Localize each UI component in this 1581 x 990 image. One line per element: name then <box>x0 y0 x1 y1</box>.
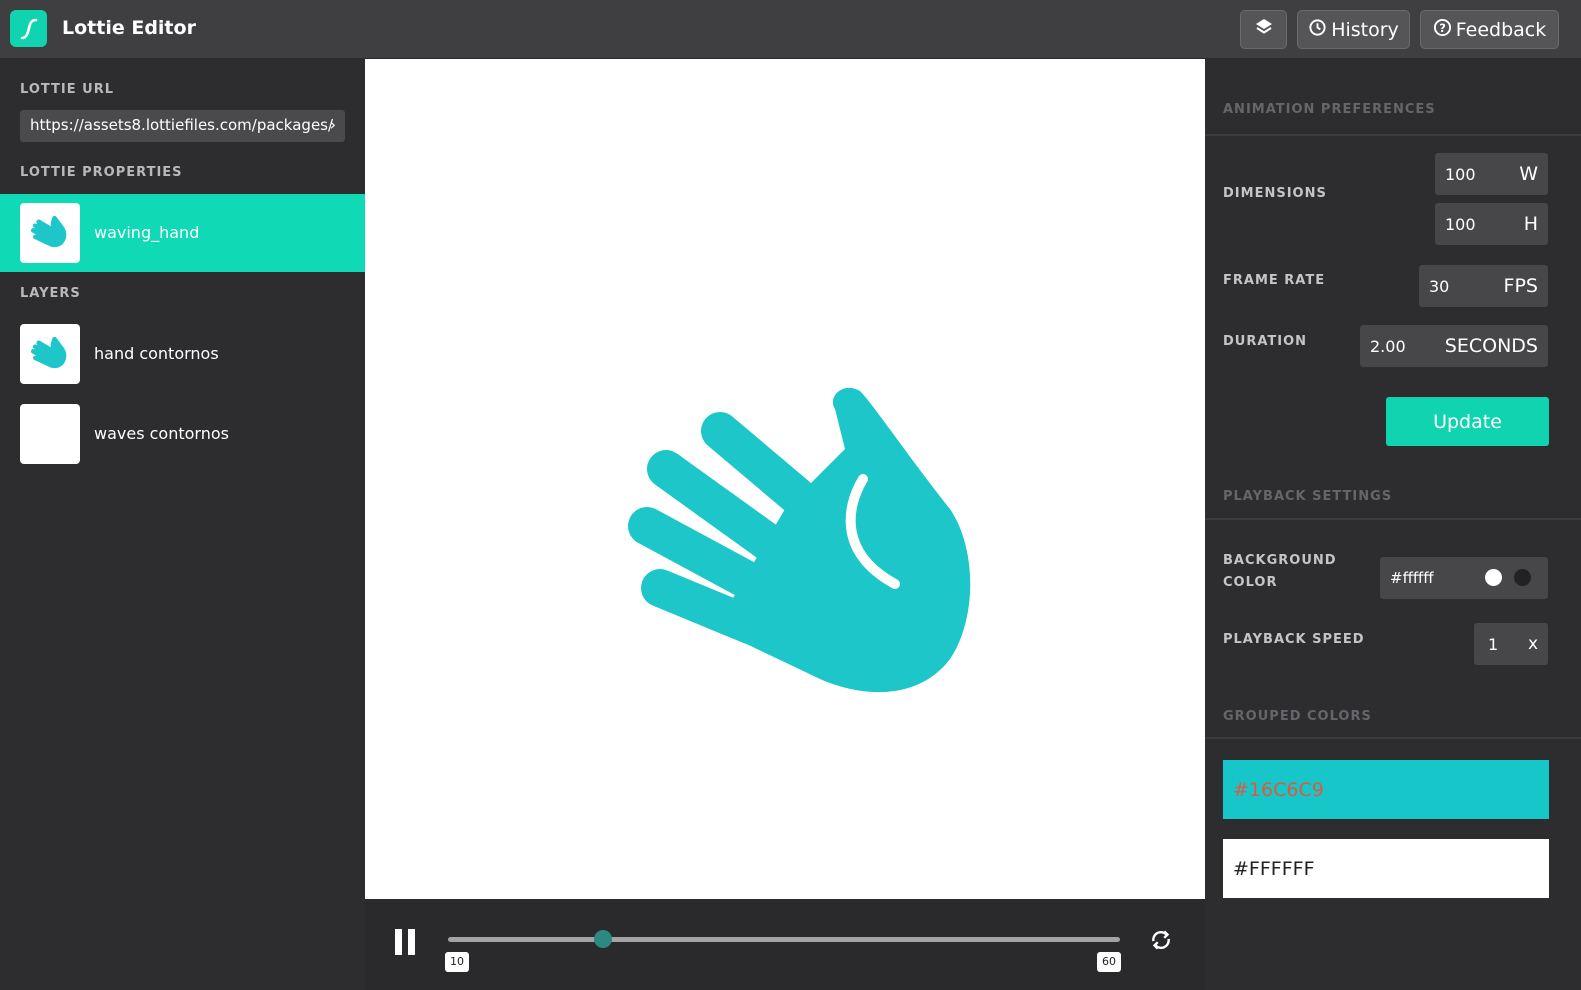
update-button[interactable]: Update <box>1386 397 1549 446</box>
dark-background-toggle[interactable] <box>1514 569 1531 586</box>
duration-label: DURATION <box>1223 334 1308 349</box>
timeline-track[interactable] <box>448 937 1120 942</box>
waves-layer-thumbnail <box>20 404 80 464</box>
layer-label: waves contornos <box>94 424 229 443</box>
playback-speed-unit: x <box>1527 634 1538 654</box>
feedback-button[interactable]: ? Feedback <box>1420 10 1559 49</box>
background-color-value: #ffffff <box>1390 569 1434 587</box>
height-unit: H <box>1523 213 1538 235</box>
playback-settings-heading: PLAYBACK SETTINGS <box>1223 489 1393 504</box>
hand-layer-thumbnail <box>20 324 80 384</box>
end-frame-tag: 60 <box>1097 952 1121 972</box>
feedback-label: Feedback <box>1455 18 1547 41</box>
animation-canvas <box>365 59 1205 899</box>
dimensions-label: DIMENSIONS <box>1223 186 1327 201</box>
waving-hand-thumbnail <box>20 203 80 263</box>
history-button[interactable]: History <box>1297 10 1410 49</box>
playback-speed-label: PLAYBACK SPEED <box>1223 632 1365 647</box>
app-title: Lottie Editor <box>62 17 196 39</box>
playback-speed-value: 1 <box>1488 635 1499 654</box>
frame-rate-field[interactable]: 30 FPS <box>1419 265 1548 307</box>
lottie-url-input[interactable]: https://assets8.lottiefiles.com/packages… <box>20 110 345 142</box>
animation-preferences-heading: ANIMATION PREFERENCES <box>1223 102 1436 117</box>
top-bar: Lottie Editor History ? Feedback <box>0 0 1581 59</box>
duration-unit: SECONDS <box>1444 335 1538 357</box>
waving-hand-animation <box>628 387 971 693</box>
color-swatch-label: #16C6C9 <box>1233 778 1324 801</box>
width-field[interactable]: 100 W <box>1435 153 1548 195</box>
question-icon: ? <box>1433 18 1452 42</box>
chevron-right-icon[interactable]: › <box>330 115 336 134</box>
start-frame-tag: 10 <box>445 952 469 972</box>
layers-icon <box>1254 17 1274 42</box>
frame-rate-unit: FPS <box>1503 275 1538 297</box>
background-color-label-line1: BACKGROUND <box>1223 553 1337 568</box>
divider <box>1205 134 1581 136</box>
lottie-url-label: LOTTIE URL <box>20 82 114 97</box>
lottie-url-value: https://assets8.lottiefiles.com/packages… <box>30 116 334 134</box>
layer-label: hand contornos <box>94 344 219 363</box>
background-color-field[interactable]: #ffffff <box>1380 557 1548 599</box>
divider <box>1205 737 1581 739</box>
color-swatch-white[interactable]: #FFFFFF <box>1223 839 1549 898</box>
grouped-colors-heading: GROUPED COLORS <box>1223 709 1372 724</box>
color-swatch-label: #FFFFFF <box>1233 857 1315 880</box>
timeline-scrubber[interactable] <box>593 930 612 948</box>
player-controls: 10 60 <box>365 899 1205 990</box>
frame-rate-label: FRAME RATE <box>1223 273 1326 288</box>
pause-button[interactable] <box>395 929 421 959</box>
frame-rate-value: 30 <box>1429 277 1450 296</box>
background-color-label-line2: COLOR <box>1223 575 1278 590</box>
right-panel: ANIMATION PREFERENCES DIMENSIONS 100 W 1… <box>1205 59 1581 990</box>
history-icon <box>1308 18 1327 42</box>
lottie-properties-label: LOTTIE PROPERTIES <box>20 165 183 180</box>
property-item-waving-hand[interactable]: waving_hand <box>0 194 365 272</box>
duration-field[interactable]: 2.00 SECONDS <box>1360 325 1548 367</box>
layers-button[interactable] <box>1240 10 1287 49</box>
width-unit: W <box>1519 163 1538 185</box>
height-field[interactable]: 100 H <box>1435 203 1548 245</box>
lottie-logo-icon <box>10 10 47 47</box>
svg-text:?: ? <box>1439 20 1446 34</box>
playback-speed-field[interactable]: 1 x <box>1474 623 1548 665</box>
divider <box>1205 518 1581 520</box>
color-swatch-teal[interactable]: #16C6C9 <box>1223 760 1549 819</box>
left-panel: LOTTIE URL https://assets8.lottiefiles.c… <box>0 59 365 990</box>
loop-icon[interactable] <box>1148 927 1174 957</box>
height-value: 100 <box>1445 215 1476 234</box>
width-value: 100 <box>1445 165 1476 184</box>
property-item-label: waving_hand <box>94 223 200 242</box>
pause-icon <box>395 929 402 955</box>
layers-label: LAYERS <box>20 286 81 301</box>
history-label: History <box>1331 18 1399 41</box>
light-background-toggle[interactable] <box>1485 569 1502 586</box>
duration-value: 2.00 <box>1370 337 1406 356</box>
